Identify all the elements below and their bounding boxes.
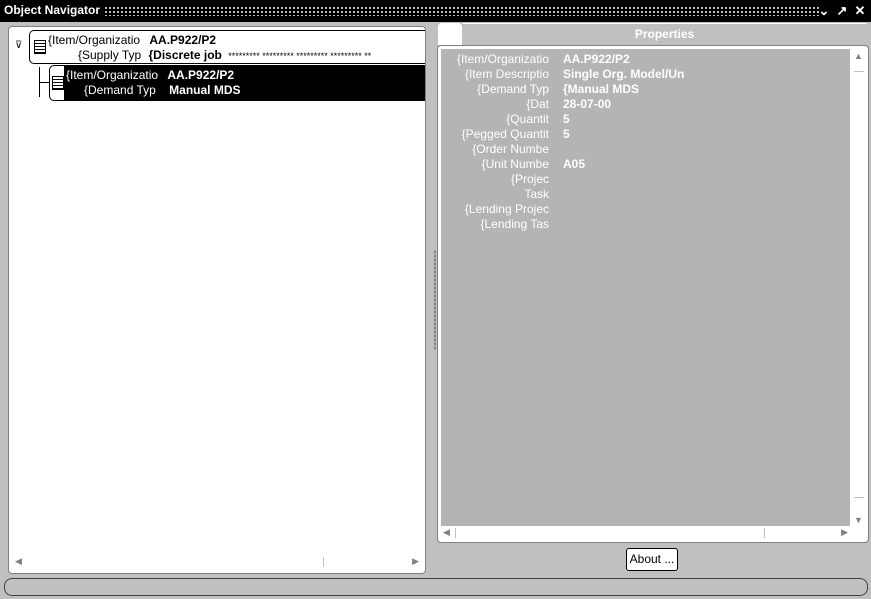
minimize-icon[interactable]: ⌄ (817, 3, 831, 19)
property-row[interactable]: {Item/Organizatio AA.P922/P2 (441, 52, 850, 67)
navigator-panel: ⊽ {Item/Organizatio AA.P922/P2 {Supply T… (8, 26, 426, 574)
property-label: {Lending Tas (480, 217, 549, 231)
property-label: {Dat (526, 97, 549, 111)
property-row[interactable]: {Lending Projec (441, 202, 850, 217)
selected-node-highlight: {Item/Organizatio AA.P922/P2 {Demand Typ… (64, 66, 425, 100)
title-bar-pattern (104, 6, 819, 16)
tab-corner (438, 23, 462, 45)
property-value: {Manual MDS (563, 82, 640, 96)
property-row[interactable]: {Order Numbe (441, 142, 850, 157)
tab-properties[interactable]: Properties (462, 23, 867, 45)
scroll-divider (854, 71, 864, 72)
property-label: {Order Numbe (472, 142, 549, 156)
scroll-divider (323, 557, 324, 567)
node-label: {Item/Organizatio (48, 33, 141, 47)
scroll-divider (854, 497, 864, 498)
property-label: Task (524, 187, 549, 201)
property-value: A05 (563, 157, 586, 171)
node-extra: ********* ********* ********* ********* … (228, 51, 372, 61)
title-bar[interactable]: Object Navigator ⌄ ↗ ✕ (0, 0, 871, 22)
properties-horizontal-scrollbar[interactable]: ◀ ▶ (441, 526, 850, 540)
property-row[interactable]: Task (441, 187, 850, 202)
property-label: {Item Descriptio (464, 67, 549, 81)
property-row[interactable]: {Item Descriptio Single Org. Model/Un (441, 67, 850, 82)
property-label: {Pegged Quantit (461, 127, 549, 141)
expand-collapse-icon[interactable]: ⊽ (15, 41, 25, 51)
arrow-left-icon[interactable]: ◀ (15, 556, 22, 567)
tab-properties-label: Properties (634, 27, 695, 41)
property-row[interactable]: {Demand Typ {Manual MDS (441, 82, 850, 97)
about-button[interactable]: About ... (626, 548, 678, 571)
window-title: Object Navigator (4, 3, 105, 17)
properties-panel: {Item/Organizatio AA.P922/P2 {Item Descr… (437, 45, 869, 543)
arrow-up-icon[interactable]: ▲ (854, 51, 863, 61)
property-label: {Demand Typ (477, 82, 549, 96)
property-label: {Lending Projec (464, 202, 549, 216)
node-value: AA.P922/P2 (167, 68, 235, 82)
navigator-horizontal-scrollbar[interactable]: ◀ ▶ (13, 555, 421, 569)
node-value: {Discrete job (148, 48, 222, 62)
arrow-left-icon[interactable]: ◀ (443, 527, 450, 538)
node-value: Manual MDS (169, 83, 241, 97)
property-row[interactable]: {Projec (441, 172, 850, 187)
property-label: {Unit Numbe (481, 157, 549, 171)
property-value: Single Org. Model/Un (563, 67, 685, 81)
properties-list: {Item/Organizatio AA.P922/P2 {Item Descr… (441, 49, 850, 527)
node-label: {Demand Typ (84, 83, 156, 97)
property-row[interactable]: {Quantit 5 (441, 112, 850, 127)
scroll-divider (455, 528, 456, 538)
window-controls: ⌄ ↗ ✕ (817, 3, 867, 19)
status-bar (4, 578, 868, 596)
property-row[interactable]: {Pegged Quantit 5 (441, 127, 850, 142)
property-row[interactable]: {Dat 28-07-00 (441, 97, 850, 112)
tree-connector (39, 82, 49, 83)
tree-node-icon (34, 40, 46, 54)
node-value: AA.P922/P2 (149, 33, 217, 47)
property-value: AA.P922/P2 (563, 52, 630, 66)
property-value: 28-07-00 (563, 97, 612, 111)
arrow-down-icon[interactable]: ▼ (854, 515, 863, 525)
tree-node-supply[interactable]: {Item/Organizatio AA.P922/P2 {Supply Typ… (29, 30, 425, 64)
node-label: {Item/Organizatio (66, 68, 159, 82)
property-value: 5 (563, 112, 570, 126)
close-icon[interactable]: ✕ (853, 3, 867, 19)
node-label: {Supply Typ (78, 48, 142, 62)
arrow-right-icon[interactable]: ▶ (412, 556, 419, 567)
tree-node-demand[interactable]: {Item/Organizatio AA.P922/P2 {Demand Typ… (49, 65, 425, 101)
maximize-icon[interactable]: ↗ (835, 3, 849, 19)
arrow-right-icon[interactable]: ▶ (841, 527, 848, 538)
tree-node-icon (52, 76, 64, 90)
property-label: {Projec (510, 172, 549, 186)
property-value: 5 (563, 127, 570, 141)
scroll-divider (764, 528, 765, 538)
property-row[interactable]: {Lending Tas (441, 217, 850, 232)
property-label: {Item/Organizatio (456, 52, 549, 66)
panel-splitter[interactable] (434, 250, 436, 350)
property-label: {Quantit (506, 112, 549, 126)
properties-vertical-scrollbar[interactable]: ▲ ▼ (852, 49, 866, 527)
property-row[interactable]: {Unit Numbe A05 (441, 157, 850, 172)
